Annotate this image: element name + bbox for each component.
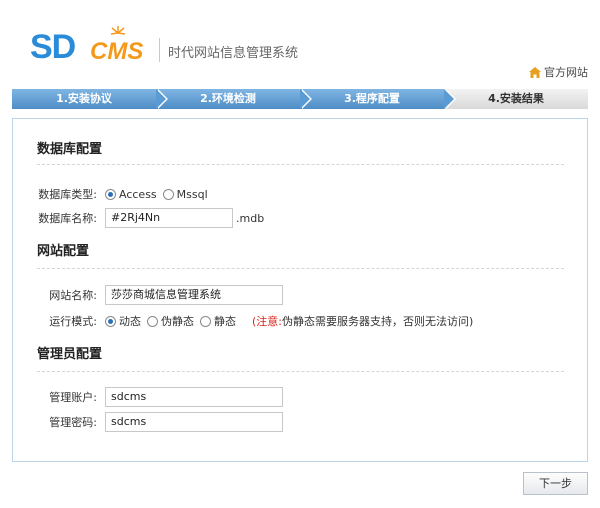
step-3-label: 3.程序配置	[344, 92, 400, 105]
database-type-options: Access Mssql	[105, 188, 214, 201]
database-type-mssql-label: Mssql	[176, 187, 208, 201]
run-mode-note: (注意:伪静态需要服务器支持，否则无法访问)	[252, 313, 473, 329]
run-mode-label: 运行模式:	[49, 315, 97, 328]
admin-account-input[interactable]: sdcms	[105, 387, 283, 407]
database-name-label: 数据库名称:	[38, 212, 97, 225]
site-divider	[37, 268, 564, 269]
step-2-label: 2.环境检测	[200, 92, 256, 105]
logo-text-sd: SD	[30, 28, 76, 66]
admin-divider	[37, 371, 564, 372]
run-mode-note-text: 伪静态需要服务器支持，否则无法访问)	[282, 315, 474, 328]
site-section-title: 网站配置	[37, 244, 90, 259]
site-tagline: 时代网站信息管理系统	[168, 46, 299, 61]
admin-password-row: 管理密码: sdcms	[13, 412, 283, 432]
admin-account-row: 管理账户: sdcms	[13, 387, 283, 407]
logo-spark-icon	[110, 26, 126, 35]
run-mode-row: 运行模式: 动态 伪静态 静态 (注意:伪静态需要服务器支持，否则无法访问)	[13, 311, 473, 331]
database-type-mssql[interactable]: Mssql	[162, 187, 208, 201]
run-mode-pseudo-static-label: 伪静态	[161, 315, 194, 328]
radio-selected-icon	[105, 315, 116, 327]
run-mode-dynamic[interactable]: 动态	[105, 313, 141, 329]
step-4: 4.安装结果	[444, 89, 588, 109]
database-name-input[interactable]: #2Rj4Nn	[105, 208, 233, 228]
home-icon	[529, 66, 541, 78]
run-mode-options: 动态 伪静态 静态 (注意:伪静态需要服务器支持，否则无法访问)	[105, 313, 473, 329]
database-type-access-label: Access	[119, 187, 157, 201]
next-step-button[interactable]: 下一步	[523, 472, 588, 495]
admin-account-label: 管理账户:	[49, 391, 97, 404]
step-1-arrow	[156, 89, 166, 109]
step-2-arrow	[300, 89, 310, 109]
logo-divider	[159, 38, 160, 62]
database-type-row: 数据库类型: Access Mssql	[13, 184, 214, 204]
database-section-title: 数据库配置	[37, 142, 103, 157]
radio-unselected-icon	[162, 188, 174, 200]
run-mode-static-label: 静态	[214, 315, 236, 328]
radio-unselected-icon	[200, 315, 211, 327]
step-4-label: 4.安装结果	[488, 92, 544, 105]
official-site-label: 官方网站	[544, 66, 588, 79]
logo-text-cms: CMS	[90, 38, 144, 65]
run-mode-pseudo-static[interactable]: 伪静态	[147, 313, 194, 329]
database-name-row: 数据库名称: #2Rj4Nn .mdb	[13, 208, 264, 228]
database-name-suffix: .mdb	[236, 211, 265, 225]
database-divider	[37, 164, 564, 165]
run-mode-note-warning: (注意:	[252, 315, 282, 328]
official-site-link[interactable]: 官方网站	[529, 64, 588, 80]
install-steps: 1.安装协议 2.环境检测 3.程序配置 4.安装结果	[12, 89, 588, 109]
database-type-label: 数据库类型:	[38, 188, 97, 201]
admin-password-input[interactable]: sdcms	[105, 412, 283, 432]
admin-section-title: 管理员配置	[37, 347, 103, 362]
database-type-access[interactable]: Access	[105, 188, 157, 201]
step-1: 1.安装协议	[12, 89, 168, 109]
site-name-row: 网站名称: 莎莎商城信息管理系统	[13, 285, 283, 305]
admin-password-label: 管理密码:	[49, 416, 97, 429]
radio-unselected-icon	[147, 315, 158, 327]
step-1-label: 1.安装协议	[56, 92, 112, 105]
run-mode-dynamic-label: 动态	[119, 315, 141, 328]
run-mode-static[interactable]: 静态	[200, 313, 236, 329]
step-3: 3.程序配置	[300, 89, 456, 109]
step-2: 2.环境检测	[156, 89, 312, 109]
step-3-arrow	[444, 89, 454, 109]
site-name-label: 网站名称:	[49, 289, 97, 302]
config-panel: 数据库配置 数据库类型: Access Mssql 数据库名称: #2Rj4Nn…	[12, 118, 588, 462]
site-name-input[interactable]: 莎莎商城信息管理系统	[105, 285, 283, 305]
radio-selected-icon	[105, 188, 116, 200]
sdcms-logo: SD CMS	[30, 26, 152, 66]
